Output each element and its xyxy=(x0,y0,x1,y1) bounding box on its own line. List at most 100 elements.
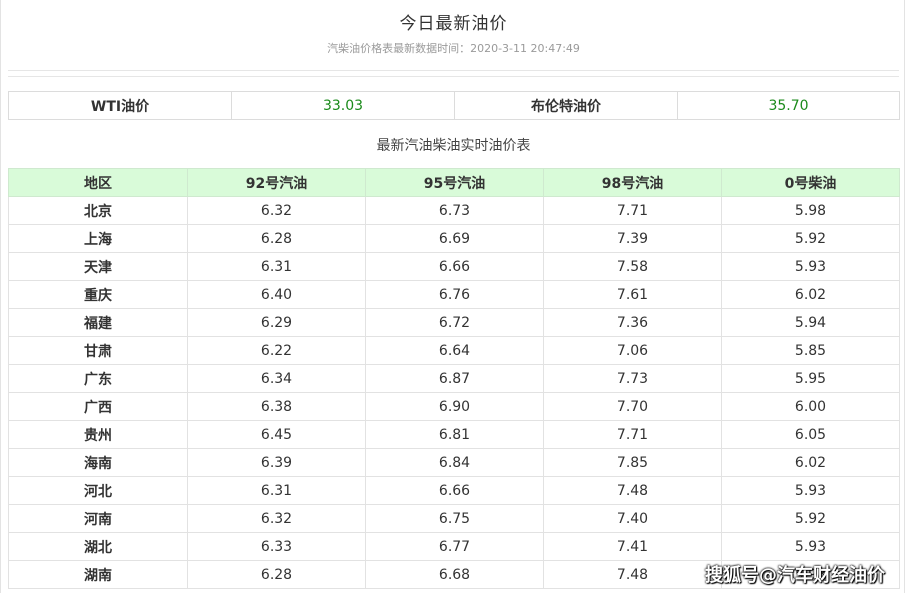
price-table-body: 北京 6.32 6.73 7.71 5.98 上海 6.28 6.69 7.39 5.92 天津 6.… xyxy=(8,196,900,589)
price-cell: 6.87 xyxy=(365,364,544,393)
price-cell: 7.06 xyxy=(543,336,722,365)
divider xyxy=(8,76,899,77)
price-cell: 7.40 xyxy=(543,504,722,533)
price-cell: 6.02 xyxy=(721,280,900,309)
wti-label: WTI油价 xyxy=(8,91,232,120)
table-row: 北京 6.32 6.73 7.71 5.98 xyxy=(8,196,900,225)
price-cell: 6.38 xyxy=(187,392,366,421)
table-row: 甘肃 6.22 6.64 7.06 5.85 xyxy=(8,336,900,365)
region-cell: 福建 xyxy=(8,308,188,337)
price-cell: 6.05 xyxy=(721,420,900,449)
price-cell: 6.72 xyxy=(365,308,544,337)
price-cell: 7.39 xyxy=(543,224,722,253)
price-cell: 7.58 xyxy=(543,252,722,281)
price-cell: 7.73 xyxy=(543,364,722,393)
price-cell: 6.28 xyxy=(187,224,366,253)
price-table-header: 地区 92号汽油 95号汽油 98号汽油 0号柴油 xyxy=(8,168,900,197)
price-cell: 5.95 xyxy=(721,364,900,393)
region-cell: 广东 xyxy=(8,364,188,393)
brent-label: 布伦特油价 xyxy=(454,91,678,120)
table-row: 广西 6.38 6.90 7.70 6.00 xyxy=(8,392,900,421)
price-cell: 6.28 xyxy=(187,560,366,589)
price-cell: 6.00 xyxy=(721,392,900,421)
region-cell: 甘肃 xyxy=(8,336,188,365)
region-cell: 广西 xyxy=(8,392,188,421)
price-cell: 6.68 xyxy=(365,560,544,589)
price-cell: 6.32 xyxy=(187,196,366,225)
table-row: 湖北 6.33 6.77 7.41 5.93 xyxy=(8,532,900,561)
brent-value: 35.70 xyxy=(677,91,900,120)
price-cell: 6.39 xyxy=(187,448,366,477)
price-cell: 5.92 xyxy=(721,504,900,533)
price-table-caption: 最新汽油柴油实时油价表 xyxy=(376,138,531,154)
price-cell: 6.34 xyxy=(187,364,366,393)
price-cell: 6.40 xyxy=(187,280,366,309)
price-cell: 6.66 xyxy=(365,476,544,505)
region-cell: 贵州 xyxy=(8,420,188,449)
price-cell: 6.32 xyxy=(187,504,366,533)
price-cell: 5.92 xyxy=(721,224,900,253)
price-cell: 6.45 xyxy=(187,420,366,449)
price-cell: 6.33 xyxy=(187,532,366,561)
table-row: 福建 6.29 6.72 7.36 5.94 xyxy=(8,308,900,337)
price-cell: 7.85 xyxy=(543,448,722,477)
price-cell: 6.77 xyxy=(365,532,544,561)
price-cell: 7.71 xyxy=(543,196,722,225)
table-row: 上海 6.28 6.69 7.39 5.92 xyxy=(8,224,900,253)
region-cell: 重庆 xyxy=(8,280,188,309)
region-cell: 上海 xyxy=(8,224,188,253)
price-cell: 5.98 xyxy=(721,196,900,225)
update-time-subtitle: 汽柴油价格表最新数据时间：2020-3-11 20:47:49 xyxy=(327,42,580,55)
price-cell: 6.69 xyxy=(365,224,544,253)
price-cell: 5.93 xyxy=(721,532,900,561)
price-cell: 6.84 xyxy=(365,448,544,477)
table-row: 天津 6.31 6.66 7.58 5.93 xyxy=(8,252,900,281)
price-table: 地区 92号汽油 95号汽油 98号汽油 0号柴油 北京 6.32 6.73 7.71… xyxy=(8,168,900,589)
price-cell: 6.66 xyxy=(365,252,544,281)
price-cell: 5.85 xyxy=(721,336,900,365)
price-cell: 6.81 xyxy=(365,420,544,449)
column-header-95: 95号汽油 xyxy=(365,168,544,197)
price-cell: 6.90 xyxy=(365,392,544,421)
region-cell: 天津 xyxy=(8,252,188,281)
price-cell: 6.64 xyxy=(365,336,544,365)
page-title: 今日最新油价 xyxy=(399,14,508,34)
wti-value: 33.03 xyxy=(231,91,455,120)
column-header-92: 92号汽油 xyxy=(187,168,366,197)
region-cell: 湖北 xyxy=(8,532,188,561)
column-header-region: 地区 xyxy=(8,168,188,197)
column-header-diesel: 0号柴油 xyxy=(721,168,900,197)
table-row: 河北 6.31 6.66 7.48 5.93 xyxy=(8,476,900,505)
region-cell: 海南 xyxy=(8,448,188,477)
price-cell: 6.02 xyxy=(721,448,900,477)
price-cell: 5.93 xyxy=(721,476,900,505)
divider xyxy=(8,70,899,71)
region-cell: 湖南 xyxy=(8,560,188,589)
crude-oil-row: WTI油价 33.03 布伦特油价 35.70 xyxy=(8,91,900,120)
region-cell: 河南 xyxy=(8,504,188,533)
price-cell: 5.94 xyxy=(721,308,900,337)
price-cell: 6.31 xyxy=(187,476,366,505)
price-cell: 7.48 xyxy=(543,476,722,505)
price-cell: 7.41 xyxy=(543,532,722,561)
crude-oil-table: WTI油价 33.03 布伦特油价 35.70 xyxy=(8,91,900,120)
price-cell: 7.70 xyxy=(543,392,722,421)
table-row: 广东 6.34 6.87 7.73 5.95 xyxy=(8,364,900,393)
price-cell: 7.48 xyxy=(543,560,722,589)
table-row: 贵州 6.45 6.81 7.71 6.05 xyxy=(8,420,900,449)
column-header-98: 98号汽油 xyxy=(543,168,722,197)
watermark: 搜狐号@汽车财经油价 xyxy=(705,565,885,586)
price-cell: 7.61 xyxy=(543,280,722,309)
price-cell: 6.73 xyxy=(365,196,544,225)
price-cell: 6.76 xyxy=(365,280,544,309)
price-cell: 6.29 xyxy=(187,308,366,337)
price-cell: 6.22 xyxy=(187,336,366,365)
price-cell: 6.31 xyxy=(187,252,366,281)
region-cell: 北京 xyxy=(8,196,188,225)
price-cell: 5.93 xyxy=(721,252,900,281)
table-row: 海南 6.39 6.84 7.85 6.02 xyxy=(8,448,900,477)
price-cell: 6.75 xyxy=(365,504,544,533)
region-cell: 河北 xyxy=(8,476,188,505)
price-cell: 7.71 xyxy=(543,420,722,449)
table-row: 重庆 6.40 6.76 7.61 6.02 xyxy=(8,280,900,309)
